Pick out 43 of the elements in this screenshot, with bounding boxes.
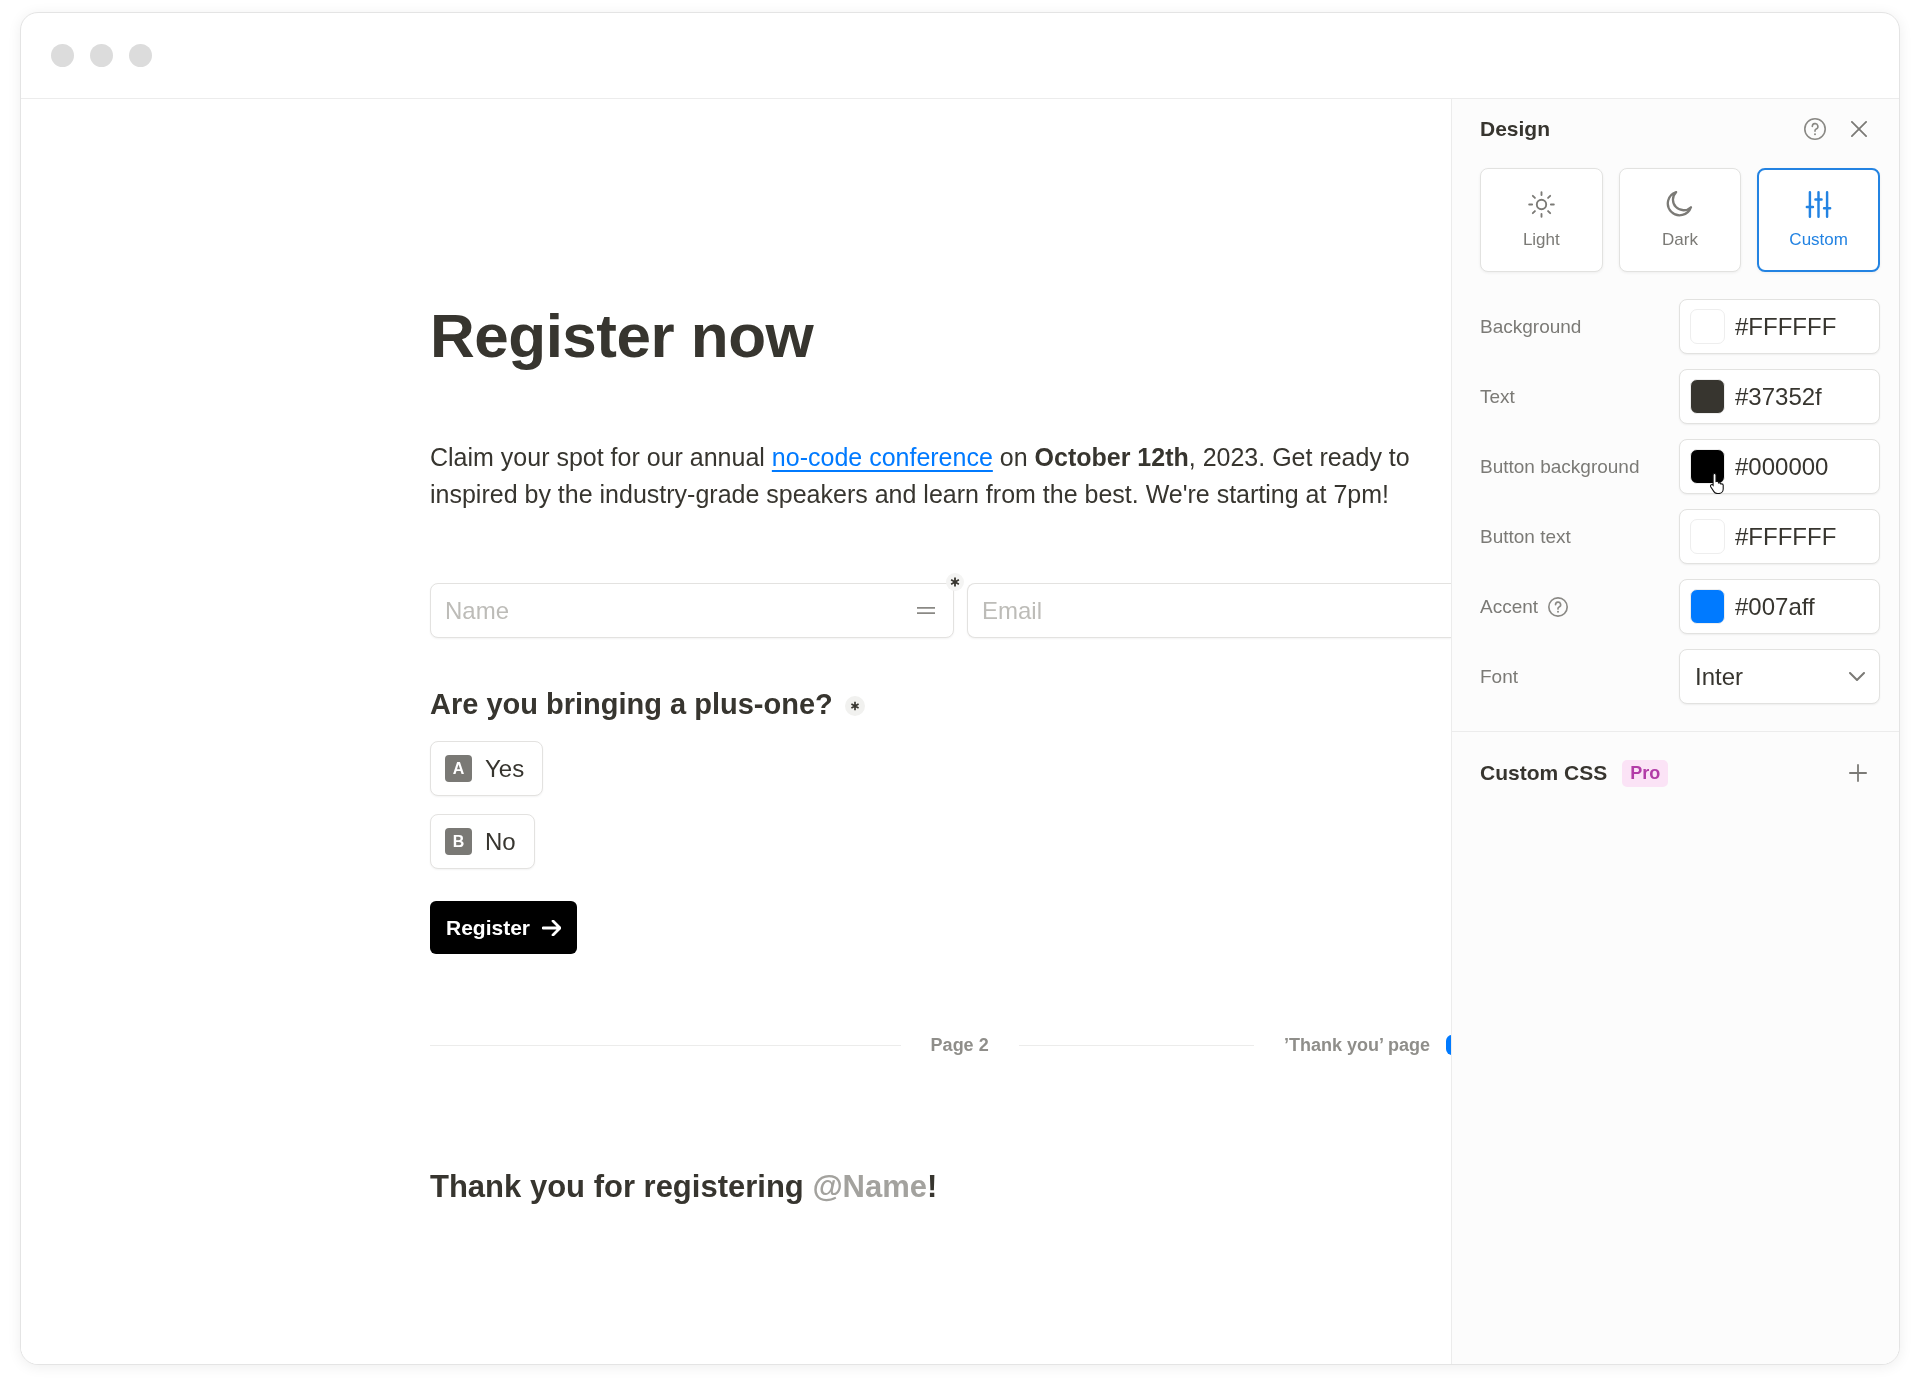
text-input[interactable]: Name (430, 583, 954, 638)
setting-label: Text (1480, 385, 1515, 408)
color-field[interactable]: #37352f (1679, 369, 1880, 424)
close-icon[interactable] (1851, 121, 1867, 137)
chevron-down-icon (1849, 672, 1865, 681)
plus-icon[interactable] (1849, 764, 1867, 782)
pro-tag: Pro (1622, 759, 1669, 787)
sun-icon (1527, 190, 1555, 218)
color-swatch-icon[interactable] (1690, 589, 1725, 624)
color-field[interactable]: #FFFFFF (1679, 509, 1880, 564)
register-button[interactable]: Register (430, 901, 578, 954)
color-field[interactable]: #000000 (1679, 439, 1880, 494)
color-swatch-icon[interactable] (1690, 449, 1725, 484)
choice-option[interactable]: B No (430, 814, 535, 869)
theme-tab[interactable]: Custom (1757, 168, 1880, 272)
question-text: Are you bringing a plus-one? (430, 687, 833, 721)
thank-you-heading: Thank you for registering @Name! (430, 1168, 938, 1206)
text-input[interactable]: Email (967, 583, 1451, 638)
moon-icon (1666, 190, 1694, 218)
color-swatch-icon[interactable] (1690, 379, 1725, 414)
form-title: Register now (430, 300, 814, 372)
setting-label: Button text (1480, 525, 1571, 548)
setting-label: Button background (1480, 455, 1640, 478)
intro-paragraph: Claim your spot for our annual no-code conference on October 12th, 2023. Get ready to inspired by the industry-grade speakers and learn from the best. We're starting at 7pm! (430, 442, 1411, 510)
setting-label: Background (1480, 315, 1582, 338)
setting-label: Accent (1480, 595, 1539, 618)
theme-tab[interactable]: Dark (1618, 168, 1742, 272)
sliders-icon (1805, 190, 1833, 218)
section-title: Custom CSS (1480, 761, 1608, 785)
font-dropdown[interactable]: Inter (1679, 649, 1880, 704)
panel-title: Design (1480, 117, 1550, 141)
theme-tab[interactable]: Light (1480, 168, 1603, 272)
conference-link[interactable]: no-code conference (771, 443, 993, 471)
option-key: B (445, 828, 472, 855)
help-icon[interactable] (1804, 118, 1826, 140)
choice-option[interactable]: A Yes (430, 741, 544, 796)
color-field[interactable]: #FFFFFF (1679, 299, 1880, 354)
option-key: A (445, 755, 472, 782)
arrow-right-icon (542, 919, 562, 936)
drag-handle-icon[interactable] (915, 606, 937, 615)
setting-label: Font (1480, 665, 1519, 688)
color-field[interactable]: #007aff (1679, 579, 1880, 634)
help-icon[interactable] (1548, 596, 1569, 617)
